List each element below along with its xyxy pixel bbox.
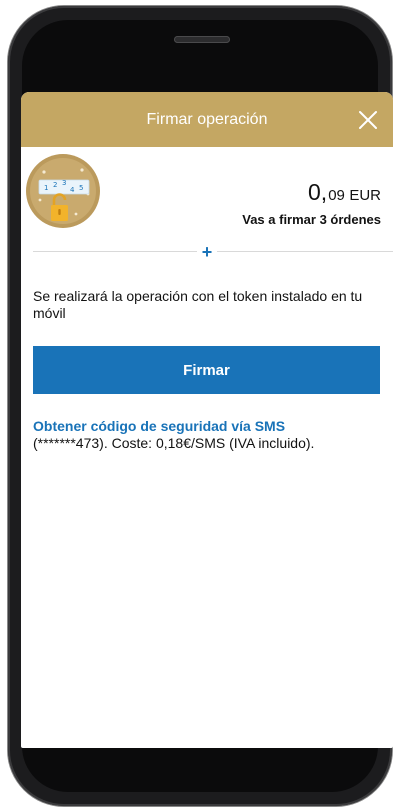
token-digit-4: 4 — [70, 186, 75, 194]
sms-cost-detail: (*******473). Coste: 0,18€/SMS (IVA incl… — [33, 435, 315, 451]
amount-decimals: 09 — [328, 187, 345, 204]
sms-option: Obtener código de seguridad vía SMS (***… — [33, 418, 388, 452]
modal-header: Firmar operación — [21, 92, 393, 147]
token-digit-5: 5 — [79, 184, 83, 192]
app-screen: Firmar operación 1 2 3 4 5 0,09 EUR Vas … — [21, 92, 393, 748]
phone-speaker — [174, 36, 230, 43]
token-lock-icon: 1 2 3 4 5 — [26, 154, 100, 228]
info-text: Se realizará la operación con el token i… — [33, 288, 363, 321]
amount-integer: 0, — [308, 179, 328, 205]
expand-plus-icon[interactable]: + — [197, 242, 217, 262]
token-digit-3: 3 — [62, 179, 66, 187]
token-digit-1: 1 — [44, 184, 48, 192]
operation-amount: 0,09 EUR — [308, 179, 381, 206]
close-icon[interactable] — [357, 109, 379, 131]
modal-title: Firmar operación — [146, 111, 268, 128]
sign-button[interactable]: Firmar — [33, 346, 380, 394]
token-digit-2: 2 — [53, 181, 57, 189]
orders-summary: Vas a firmar 3 órdenes — [242, 212, 381, 227]
sms-code-link[interactable]: Obtener código de seguridad vía SMS — [33, 418, 388, 435]
amount-currency: EUR — [349, 187, 381, 204]
